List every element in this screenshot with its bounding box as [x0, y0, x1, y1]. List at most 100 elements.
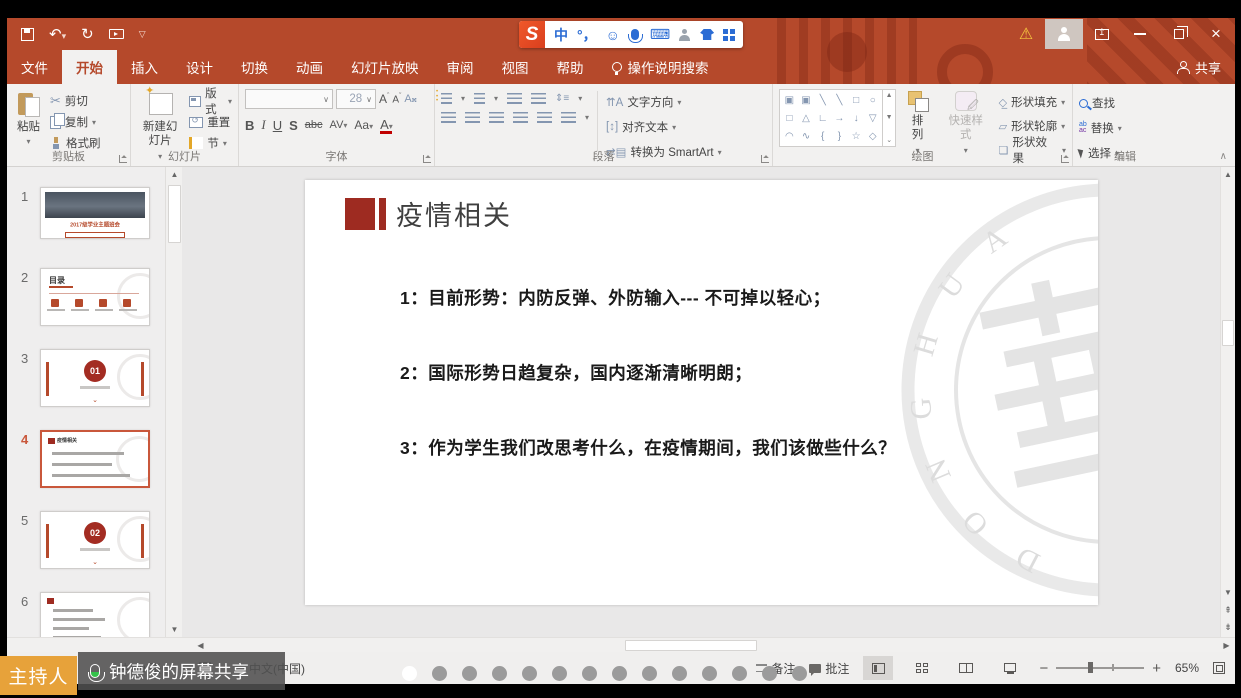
- share-button[interactable]: 共享: [1177, 50, 1221, 84]
- thumb-scroll-thumb[interactable]: [168, 185, 181, 243]
- scroll-down-icon[interactable]: ▼: [1221, 585, 1235, 600]
- shapes-gallery-scroll[interactable]: ▲▼⌄: [882, 90, 895, 146]
- account-avatar[interactable]: [1045, 19, 1083, 49]
- line-spacing-icon[interactable]: ⇕≡: [555, 93, 569, 104]
- ime-skin-icon[interactable]: [700, 29, 714, 40]
- shadow-button[interactable]: S: [289, 118, 298, 133]
- clipboard-dialog-launcher[interactable]: [119, 155, 127, 163]
- page-dot[interactable]: [762, 666, 777, 681]
- ime-keyboard-icon[interactable]: ⌨: [650, 26, 670, 43]
- character-spacing-button[interactable]: AV▾: [330, 119, 348, 131]
- find-button[interactable]: 查找: [1079, 93, 1122, 113]
- sogou-logo-icon[interactable]: S: [519, 21, 545, 48]
- fit-to-window-icon[interactable]: [1213, 662, 1225, 674]
- shrink-font-button[interactable]: Aˇ: [392, 93, 401, 105]
- tab-design[interactable]: 设计: [172, 50, 227, 84]
- save-icon[interactable]: [21, 28, 34, 41]
- next-slide-icon[interactable]: ⇟: [1221, 620, 1235, 635]
- slide-sorter-view-button[interactable]: [907, 656, 937, 680]
- thumbnail-slide-1[interactable]: 2017级学业主题班会: [40, 187, 150, 239]
- start-slideshow-icon[interactable]: [109, 29, 124, 39]
- normal-view-button[interactable]: [863, 656, 893, 680]
- vertical-scrollbar[interactable]: ▲ ▼ ⇞ ⇟: [1220, 167, 1235, 637]
- paste-button[interactable]: 粘贴▾: [13, 89, 44, 149]
- ime-voice-icon[interactable]: [631, 29, 639, 40]
- strikethrough-button[interactable]: abc: [305, 119, 323, 131]
- current-slide-canvas[interactable]: D O N G H U A · 1 9 華 東 華 疫情相关 1：目前形势：内防…: [305, 180, 1098, 605]
- zoom-slider-thumb[interactable]: [1088, 662, 1093, 673]
- ime-emoji-icon[interactable]: ☺: [606, 27, 620, 43]
- slide-point-3[interactable]: 3：作为学生我们改思考什么，在疫情期间，我们该做些什么？: [400, 435, 896, 460]
- ime-ocr-icon[interactable]: [679, 29, 691, 41]
- ribbon-display-options-button[interactable]: [1083, 18, 1121, 50]
- align-right-icon[interactable]: [489, 112, 504, 123]
- columns-icon[interactable]: [561, 112, 576, 123]
- thumbnail-scrollbar[interactable]: ▲ ▼: [165, 167, 182, 637]
- restore-button[interactable]: [1159, 18, 1197, 50]
- page-dot[interactable]: [672, 666, 687, 681]
- close-button[interactable]: ×: [1197, 18, 1235, 50]
- scroll-thumb[interactable]: [1222, 320, 1234, 346]
- shape-outline-button[interactable]: ▱形状轮廓▾: [999, 116, 1066, 136]
- page-dot[interactable]: [552, 666, 567, 681]
- drawing-dialog-launcher[interactable]: [1061, 155, 1069, 163]
- thumb-scroll-up-icon[interactable]: ▲: [167, 167, 182, 182]
- decrease-indent-icon[interactable]: [507, 93, 522, 104]
- slide-point-1[interactable]: 1：目前形势：内防反弹、外防输入--- 不可掉以轻心；: [400, 285, 831, 310]
- undo-icon[interactable]: ↶▾: [49, 25, 66, 43]
- copy-button[interactable]: 复制▾: [50, 112, 101, 132]
- tab-slideshow[interactable]: 幻灯片放映: [337, 50, 433, 84]
- layout-button[interactable]: 版式▾: [189, 91, 232, 111]
- customize-qat-icon[interactable]: ▽: [139, 29, 146, 40]
- replace-button[interactable]: abac替换▾: [1079, 118, 1122, 138]
- align-center-icon[interactable]: [465, 112, 480, 123]
- thumbnail-slide-3[interactable]: 01 ⌄: [40, 349, 150, 407]
- numbering-icon[interactable]: [474, 93, 485, 104]
- page-dot[interactable]: [462, 666, 477, 681]
- thumbnail-slide-6[interactable]: [40, 592, 150, 637]
- warning-icon[interactable]: ⚠: [1007, 18, 1045, 50]
- page-dot[interactable]: [492, 666, 507, 681]
- zoom-in-button[interactable]: +: [1152, 660, 1161, 677]
- previous-slide-icon[interactable]: ⇞: [1221, 603, 1235, 618]
- slide-title-block[interactable]: 疫情相关: [345, 194, 512, 233]
- underline-button[interactable]: U: [273, 118, 282, 133]
- scroll-right-icon[interactable]: ▶: [1219, 638, 1234, 653]
- tab-view[interactable]: 视图: [488, 50, 543, 84]
- redo-icon[interactable]: ↻: [81, 25, 94, 43]
- shapes-gallery[interactable]: ▣▣╲╲□○ □△∟→↓▽ ◠∿{}☆◇ ▲▼⌄: [779, 89, 896, 147]
- shape-fill-button[interactable]: ◇̲形状填充▾: [999, 92, 1066, 112]
- zoom-percentage[interactable]: 65%: [1175, 661, 1199, 675]
- tab-review[interactable]: 审阅: [433, 50, 488, 84]
- thumbnail-slide-2[interactable]: 目录: [40, 268, 150, 326]
- thumb-scroll-down-icon[interactable]: ▼: [167, 622, 182, 637]
- font-name-select[interactable]: ∨: [245, 89, 333, 109]
- clear-formatting-button[interactable]: A𝄪: [404, 93, 416, 106]
- thumbnail-slide-4-selected[interactable]: 疫情相关: [40, 430, 150, 488]
- page-dot[interactable]: [792, 666, 807, 681]
- scroll-up-icon[interactable]: ▲: [1221, 167, 1235, 182]
- tab-help[interactable]: 帮助: [543, 50, 598, 84]
- zoom-out-button[interactable]: −: [1039, 660, 1048, 677]
- tab-animations[interactable]: 动画: [282, 50, 337, 84]
- thumbnail-slide-5[interactable]: 02 ⌄: [40, 511, 150, 569]
- distribute-icon[interactable]: [537, 112, 552, 123]
- collapse-ribbon-button[interactable]: ∧: [1220, 151, 1227, 162]
- change-case-button[interactable]: Aa▾: [354, 118, 373, 132]
- minimize-button[interactable]: [1121, 18, 1159, 50]
- horizontal-scrollbar[interactable]: ◀ ▶: [7, 637, 1235, 652]
- page-dot[interactable]: [732, 666, 747, 681]
- bold-button[interactable]: B: [245, 118, 254, 133]
- justify-icon[interactable]: [513, 112, 528, 123]
- tell-me-search[interactable]: 操作说明搜索: [598, 50, 723, 84]
- comments-button[interactable]: 批注: [809, 660, 849, 677]
- page-dot[interactable]: [702, 666, 717, 681]
- grow-font-button[interactable]: Aˆ: [379, 92, 389, 106]
- scroll-left-icon[interactable]: ◀: [193, 638, 208, 653]
- page-dot[interactable]: [642, 666, 657, 681]
- ime-toolbox-icon[interactable]: [723, 29, 735, 41]
- tab-home[interactable]: 开始: [62, 50, 117, 84]
- tab-transitions[interactable]: 切换: [227, 50, 282, 84]
- ime-chinese-mode[interactable]: 中: [554, 25, 568, 45]
- cut-button[interactable]: ✂剪切: [50, 91, 101, 111]
